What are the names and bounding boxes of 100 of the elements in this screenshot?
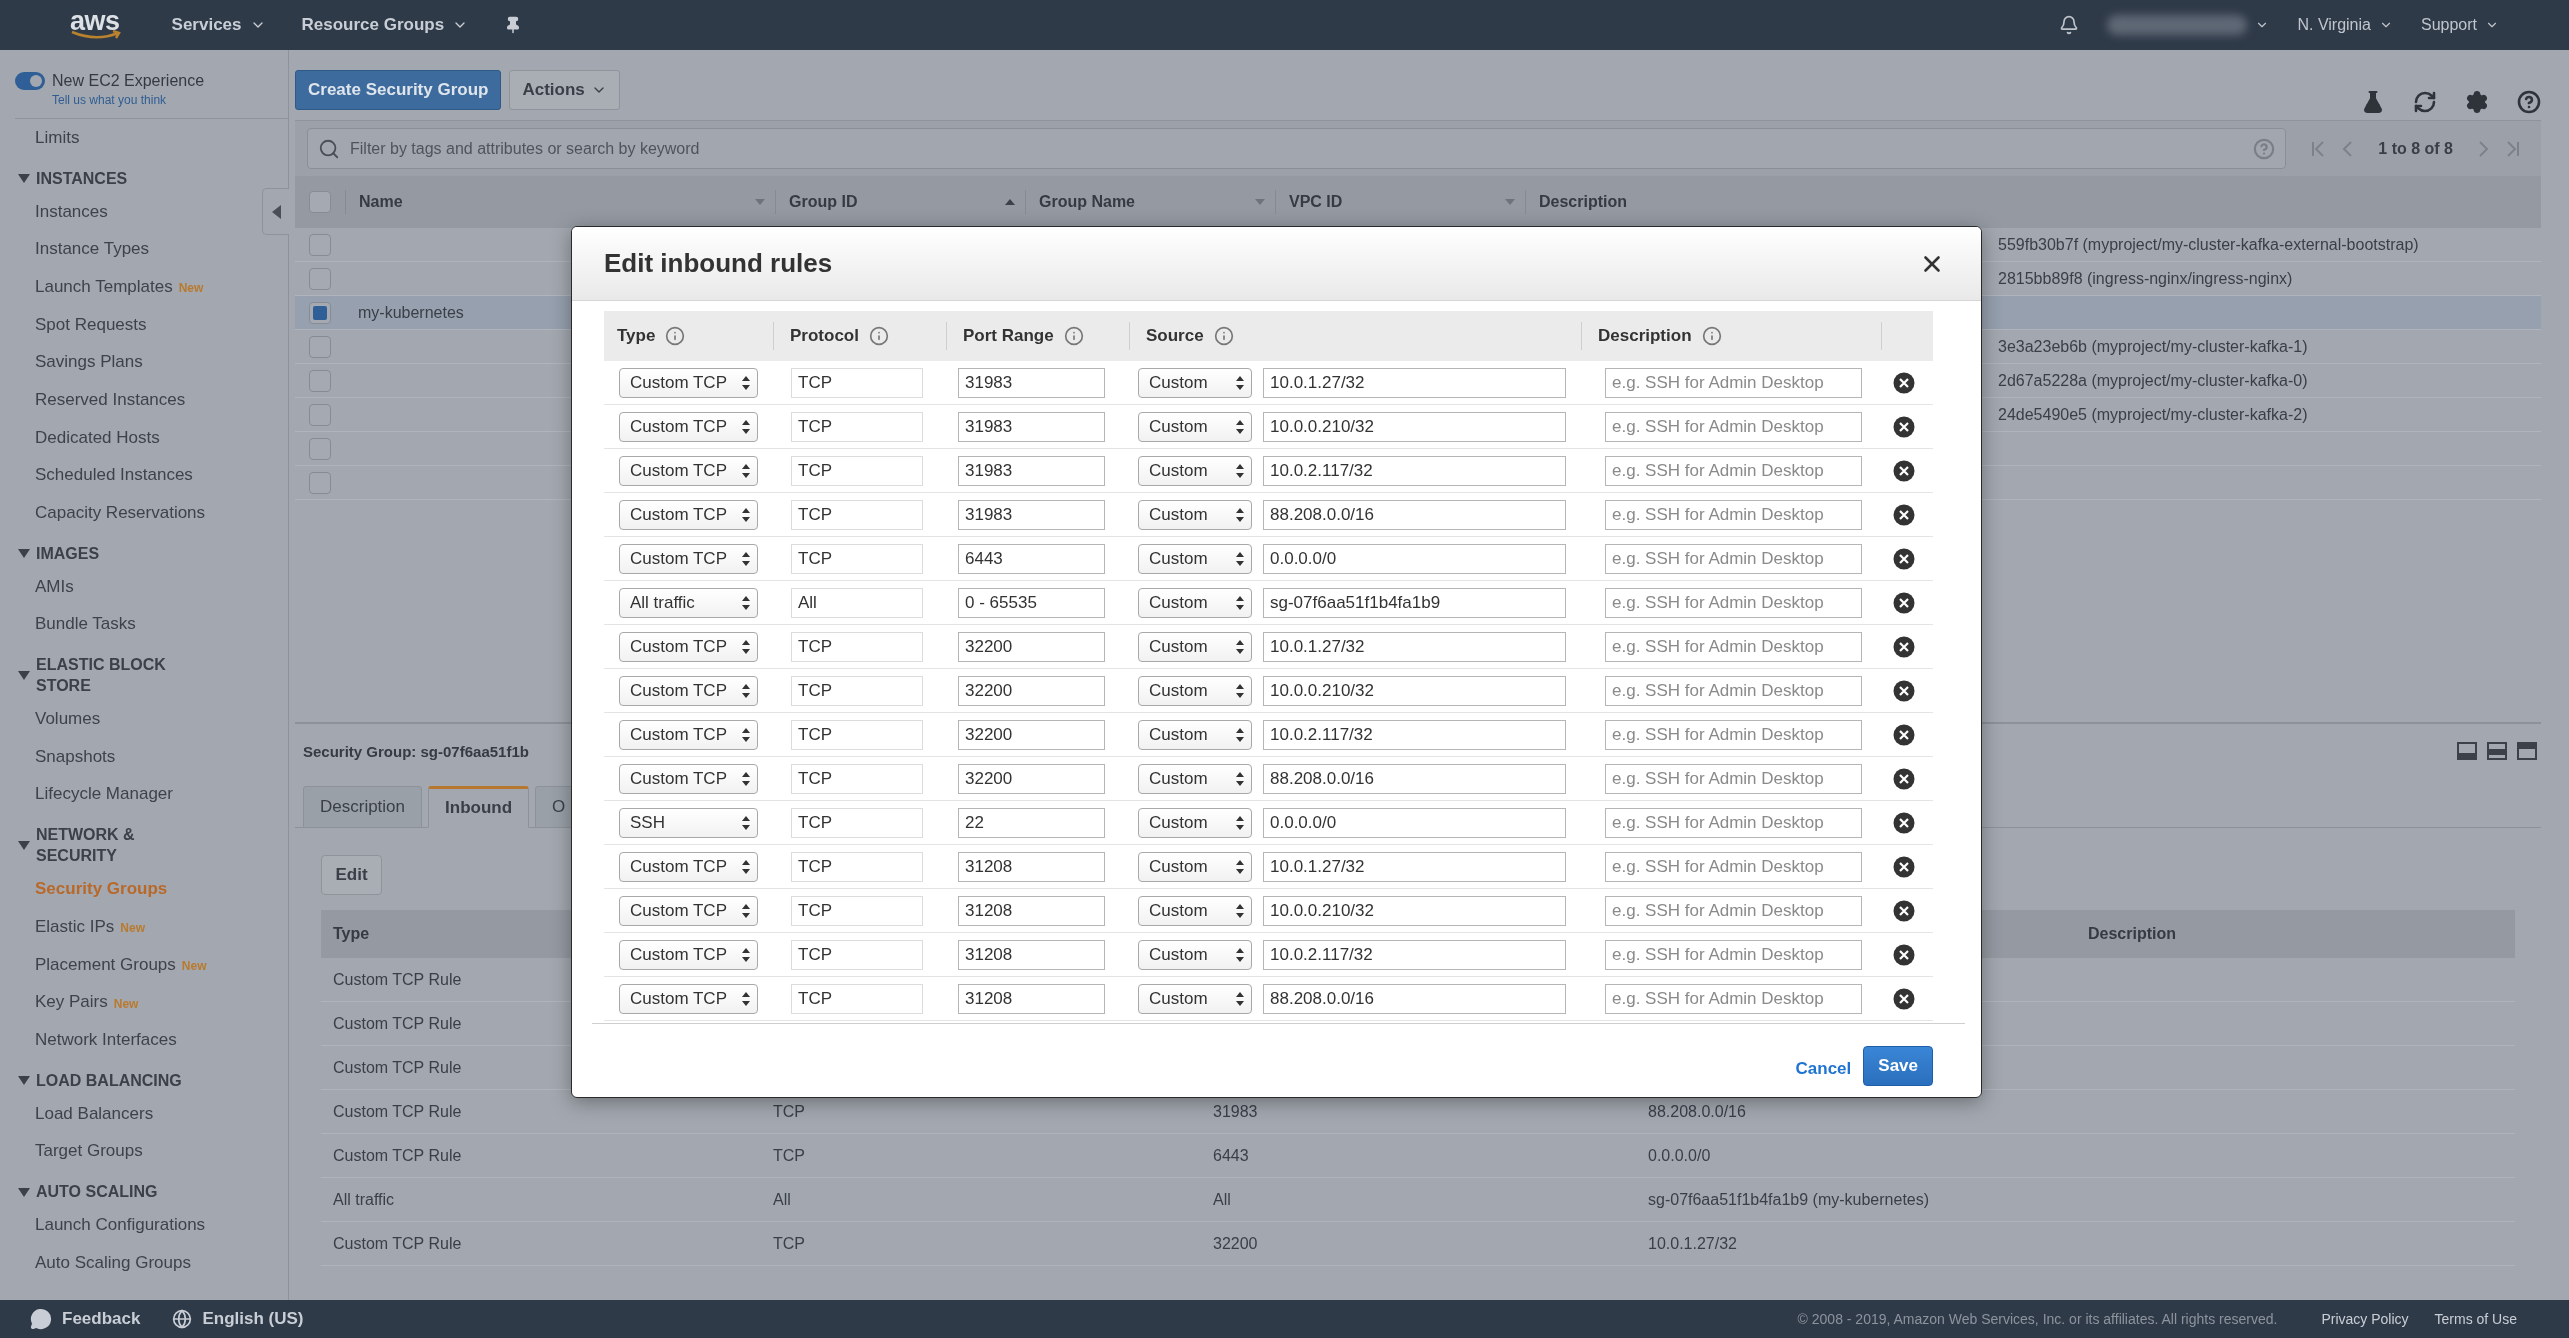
section-heading[interactable]: AUTO SCALING <box>0 1170 288 1207</box>
source-field[interactable]: 10.0.1.27/32 <box>1263 851 1566 882</box>
source-field[interactable]: sg-07f6aa51f1b4fa1b9 <box>1263 587 1566 618</box>
source-field[interactable]: 10.0.1.27/32 <box>1263 367 1566 398</box>
row-checkbox[interactable] <box>309 267 331 290</box>
flask-icon[interactable] <box>2361 90 2385 114</box>
logo[interactable]: aws <box>70 10 120 40</box>
source-field[interactable]: 88.208.0.0/16 <box>1263 499 1566 530</box>
source-field[interactable]: 10.0.2.117/32 <box>1263 719 1566 750</box>
protocol-field[interactable]: TCP <box>791 939 923 970</box>
sidebar-item[interactable]: Auto Scaling Groups <box>35 1243 191 1282</box>
port-range-field[interactable]: 0 - 65535 <box>958 587 1105 618</box>
protocol-field[interactable]: TCP <box>791 807 923 838</box>
description-field[interactable]: e.g. SSH for Admin Desktop <box>1605 851 1862 882</box>
protocol-field[interactable]: TCP <box>791 631 923 662</box>
type-select[interactable]: Custom TCP <box>619 455 758 486</box>
filter-bar[interactable]: Filter by tags and attributes or search by keyword <box>307 128 2287 169</box>
info-icon[interactable] <box>1701 326 1722 346</box>
row-checkbox[interactable] <box>309 301 331 324</box>
port-range-field[interactable]: 31208 <box>958 895 1105 926</box>
source-field[interactable]: 10.0.2.117/32 <box>1263 455 1566 486</box>
info-icon[interactable] <box>1063 326 1084 346</box>
remove-icon[interactable] <box>1893 635 1915 658</box>
source-field[interactable]: 10.0.0.210/32 <box>1263 895 1566 926</box>
sidebar-item[interactable]: Instance Types <box>35 230 150 269</box>
source-select[interactable]: Custom <box>1138 895 1252 926</box>
description-field[interactable]: e.g. SSH for Admin Desktop <box>1605 983 1862 1014</box>
port-range-field[interactable]: 32200 <box>958 719 1105 750</box>
row-checkbox[interactable] <box>309 233 331 256</box>
select-all-checkbox[interactable] <box>309 191 331 213</box>
source-select[interactable]: Custom <box>1138 543 1252 574</box>
source-select[interactable]: Custom <box>1138 631 1252 662</box>
info-icon[interactable] <box>665 326 686 346</box>
description-field[interactable]: e.g. SSH for Admin Desktop <box>1605 499 1862 530</box>
port-range-field[interactable]: 32200 <box>958 631 1105 662</box>
row-checkbox[interactable] <box>309 369 331 392</box>
type-select[interactable]: Custom TCP <box>619 895 758 926</box>
sidebar-item[interactable]: AMIs <box>35 567 74 606</box>
remove-icon[interactable] <box>1893 415 1915 438</box>
cancel-link[interactable]: Cancel <box>1795 1059 1852 1079</box>
info-icon[interactable] <box>868 326 889 346</box>
help-icon[interactable] <box>2517 90 2541 114</box>
source-select[interactable]: Custom <box>1138 499 1252 530</box>
settings-icon[interactable] <box>2465 90 2489 114</box>
sidebar-item[interactable]: Volumes <box>35 700 101 738</box>
collapse-sidebar-button[interactable] <box>262 188 289 235</box>
source-field[interactable]: 88.208.0.0/16 <box>1263 983 1566 1014</box>
remove-icon[interactable] <box>1893 811 1915 834</box>
remove-icon[interactable] <box>1893 987 1915 1010</box>
sidebar-item[interactable]: Placement Groups New <box>35 945 207 984</box>
source-select[interactable]: Custom <box>1138 675 1252 706</box>
source-select[interactable]: Custom <box>1138 719 1252 750</box>
port-range-field[interactable]: 31983 <box>958 367 1105 398</box>
source-field[interactable]: 10.0.0.210/32 <box>1263 675 1566 706</box>
description-field[interactable]: e.g. SSH for Admin Desktop <box>1605 631 1862 662</box>
description-field[interactable]: e.g. SSH for Admin Desktop <box>1605 763 1862 794</box>
description-field[interactable]: e.g. SSH for Admin Desktop <box>1605 895 1862 926</box>
sidebar-item[interactable]: Capacity Reservations <box>35 494 206 532</box>
type-select[interactable]: Custom TCP <box>619 499 758 530</box>
toggle-switch[interactable] <box>15 72 45 90</box>
source-field[interactable]: 88.208.0.0/16 <box>1263 763 1566 794</box>
description-field[interactable]: e.g. SSH for Admin Desktop <box>1605 587 1862 618</box>
panel-layout-icon[interactable] <box>2487 742 2507 760</box>
row-checkbox[interactable] <box>309 335 331 358</box>
column-header[interactable]: Group ID <box>775 190 1025 214</box>
footer-link[interactable]: Terms of Use <box>2434 1311 2517 1327</box>
remove-icon[interactable] <box>1893 459 1915 482</box>
tab[interactable]: Description <box>303 786 423 828</box>
section-heading[interactable]: IMAGES <box>0 531 288 568</box>
source-field[interactable]: 10.0.2.117/32 <box>1263 939 1566 970</box>
source-select[interactable]: Custom <box>1138 807 1252 838</box>
description-field[interactable]: e.g. SSH for Admin Desktop <box>1605 543 1862 574</box>
edit-button[interactable]: Edit <box>321 855 382 895</box>
protocol-field[interactable]: TCP <box>791 411 923 442</box>
type-select[interactable]: Custom TCP <box>619 719 758 750</box>
type-select[interactable]: Custom TCP <box>619 543 758 574</box>
source-field[interactable]: 10.0.1.27/32 <box>1263 631 1566 662</box>
protocol-field[interactable]: TCP <box>791 851 923 882</box>
row-checkbox[interactable] <box>309 437 331 460</box>
source-select[interactable]: Custom <box>1138 455 1252 486</box>
nav-menu[interactable]: Resource Groups <box>301 15 469 35</box>
column-header[interactable]: Group Name <box>1025 190 1275 214</box>
source-field[interactable]: 10.0.0.210/32 <box>1263 411 1566 442</box>
source-select[interactable]: Custom <box>1138 411 1252 442</box>
sidebar-item[interactable]: Instances <box>35 192 108 231</box>
panel-layout-icon[interactable] <box>2517 742 2537 760</box>
type-select[interactable]: Custom TCP <box>619 411 758 442</box>
protocol-field[interactable]: TCP <box>791 675 923 706</box>
actions-button[interactable]: Actions <box>509 70 620 110</box>
type-select[interactable]: Custom TCP <box>619 631 758 662</box>
port-range-field[interactable]: 31983 <box>958 411 1105 442</box>
port-range-field[interactable]: 22 <box>958 807 1105 838</box>
source-select[interactable]: Custom <box>1138 851 1252 882</box>
remove-icon[interactable] <box>1893 503 1915 526</box>
source-select[interactable]: Custom <box>1138 587 1252 618</box>
remove-icon[interactable] <box>1893 855 1915 878</box>
type-select[interactable]: Custom TCP <box>619 939 758 970</box>
search-field[interactable]: Filter by tags and attributes or search by keyword <box>348 138 2246 159</box>
type-select[interactable]: Custom TCP <box>619 851 758 882</box>
type-select[interactable]: Custom TCP <box>619 983 758 1014</box>
